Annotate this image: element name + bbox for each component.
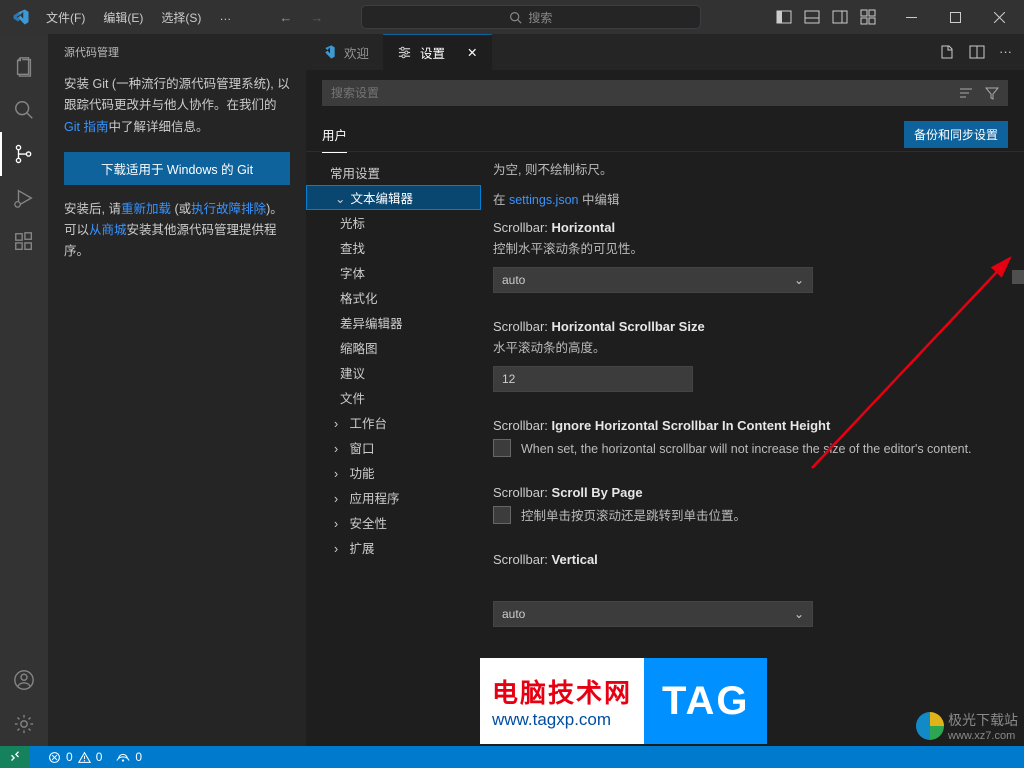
toc-item[interactable]: 建议 xyxy=(306,360,481,385)
tab-more-icon[interactable]: ··· xyxy=(999,44,1012,60)
toc-item[interactable]: 字体 xyxy=(306,260,481,285)
backup-sync-button[interactable]: 备份和同步设置 xyxy=(904,121,1008,148)
vscode-icon xyxy=(320,44,336,60)
toc-item[interactable]: 缩略图 xyxy=(306,335,481,360)
status-problems[interactable]: 0 0 xyxy=(48,750,102,764)
toc-item[interactable]: 差异编辑器 xyxy=(306,310,481,335)
setting-scrollbar-hsize: Scrollbar: Horizontal Scrollbar Size 水平滚… xyxy=(493,319,1004,392)
setting-scrollbar-page: Scrollbar: Scroll By Page 控制单击按页滚动还是跳转到单… xyxy=(493,485,1004,526)
setting-scrollbar-ignore: Scrollbar: Ignore Horizontal Scrollbar I… xyxy=(493,418,1004,459)
reload-link[interactable]: 重新加载 xyxy=(121,202,171,216)
setting-scrollbar-horizontal: Scrollbar: Horizontal 控制水平滚动条的可见性。 auto … xyxy=(493,220,1004,293)
menu-more[interactable]: … xyxy=(211,5,239,30)
toc-item[interactable]: 常用设置 xyxy=(306,160,481,185)
toc-item[interactable]: › 安全性 xyxy=(306,510,481,535)
tab-settings[interactable]: 设置 ✕ xyxy=(383,34,492,70)
window-close-icon[interactable] xyxy=(980,3,1020,31)
edit-in-json-link[interactable]: settings.json xyxy=(509,193,578,207)
from-store-link[interactable]: 从商城 xyxy=(89,223,127,237)
tab-close-icon[interactable]: ✕ xyxy=(467,45,477,60)
settings-scope-user[interactable]: 用户 xyxy=(322,117,347,153)
open-json-icon[interactable] xyxy=(939,44,955,60)
toc-item[interactable]: › 窗口 xyxy=(306,435,481,460)
layout-sidebar-right-icon[interactable] xyxy=(832,9,848,25)
setting-scrollbar-vertical: Scrollbar: Vertical auto ⌄ xyxy=(493,552,1004,627)
layout-panel-icon[interactable] xyxy=(804,9,820,25)
activity-explorer-icon[interactable] xyxy=(0,44,48,88)
install-git-button[interactable]: 下载适用于 Windows 的 Git xyxy=(64,152,290,185)
activity-search-icon[interactable] xyxy=(0,88,48,132)
scrollbar-thumb[interactable] xyxy=(1012,270,1024,284)
sidebar-desc-2: 安装后, 请重新加载 (或执行故障排除)。可以从商城安装其他源代码管理提供程序。 xyxy=(64,199,290,263)
remote-indicator[interactable] xyxy=(0,746,30,768)
troubleshoot-link[interactable]: 执行故障排除 xyxy=(191,202,266,216)
editor-group: 欢迎 设置 ✕ ··· xyxy=(306,34,1024,746)
watermark-xz7: 极光下载站 www.xz7.com xyxy=(916,710,1018,742)
settings-tab-icon xyxy=(397,45,412,60)
sidebar-desc-1: 安装 Git (一种流行的源代码管理系统), 以跟踪代码更改并与他人协作。在我们… xyxy=(64,74,290,138)
titlebar: 文件(F) 编辑(E) 选择(S) … ← → 搜索 xyxy=(0,0,1024,34)
window-maximize-icon[interactable] xyxy=(936,3,976,31)
scrollbar-hsize-input[interactable]: 12 xyxy=(493,366,693,392)
toc-item[interactable]: › 功能 xyxy=(306,460,481,485)
activity-scm-icon[interactable] xyxy=(0,132,48,176)
toc-item[interactable]: › 应用程序 xyxy=(306,485,481,510)
search-placeholder: 搜索 xyxy=(528,9,552,26)
toc-item[interactable]: 文件 xyxy=(306,385,481,410)
status-ports[interactable]: 0 xyxy=(116,750,142,764)
toc-item[interactable]: 查找 xyxy=(306,235,481,260)
tab-welcome[interactable]: 欢迎 xyxy=(306,34,383,70)
nav-back-icon[interactable]: ← xyxy=(279,10,292,25)
layout-customize-icon[interactable] xyxy=(860,9,876,25)
toc-item[interactable]: 光标 xyxy=(306,210,481,235)
activity-settings-icon[interactable] xyxy=(0,702,48,746)
toc-item[interactable]: 格式化 xyxy=(306,285,481,310)
command-center-search[interactable]: 搜索 xyxy=(361,5,701,29)
settings-list[interactable]: 为空, 则不绘制标尺。 在 settings.json 中编辑 Scrollba… xyxy=(481,152,1024,746)
activity-extensions-icon[interactable] xyxy=(0,220,48,264)
activity-debug-icon[interactable] xyxy=(0,176,48,220)
menu-bar: 文件(F) 编辑(E) 选择(S) … xyxy=(38,5,239,30)
chevron-down-icon: ⌄ xyxy=(794,607,804,621)
menu-select[interactable]: 选择(S) xyxy=(153,5,209,30)
chevron-down-icon: ⌄ xyxy=(794,273,804,287)
nav-buttons: ← → xyxy=(279,10,323,25)
tab-settings-label: 设置 xyxy=(420,43,445,62)
watermark-tagxp: 电脑技术网 www.tagxp.com TAG xyxy=(480,658,767,744)
settings-search-input[interactable] xyxy=(322,80,1008,106)
split-editor-icon[interactable] xyxy=(969,44,985,60)
menu-file[interactable]: 文件(F) xyxy=(38,5,93,30)
menu-edit[interactable]: 编辑(E) xyxy=(95,5,151,30)
tab-welcome-label: 欢迎 xyxy=(344,43,369,62)
toc-item[interactable]: › 扩展 xyxy=(306,535,481,560)
status-bar: 0 0 0 xyxy=(0,746,1024,768)
scrollbar-ignore-checkbox[interactable] xyxy=(493,439,511,457)
scrollbar-page-checkbox[interactable] xyxy=(493,506,511,524)
setting-rulers-hint: 为空, 则不绘制标尺。 在 settings.json 中编辑 xyxy=(493,160,1004,210)
scm-sidebar: 源代码管理 安装 Git (一种流行的源代码管理系统), 以跟踪代码更改并与他人… xyxy=(48,34,306,746)
filter-icon[interactable] xyxy=(984,85,1000,101)
activity-bar xyxy=(0,34,48,746)
toc-item[interactable]: ⌄ 文本编辑器 xyxy=(306,185,481,210)
settings-toc: 常用设置⌄ 文本编辑器光标查找字体格式化差异编辑器缩略图建议文件› 工作台› 窗… xyxy=(306,152,481,746)
nav-forward-icon[interactable]: → xyxy=(310,10,323,25)
scrollbar-vertical-select[interactable]: auto ⌄ xyxy=(493,601,813,627)
toc-item[interactable]: › 工作台 xyxy=(306,410,481,435)
git-guide-link[interactable]: Git 指南 xyxy=(64,120,108,134)
sidebar-title: 源代码管理 xyxy=(64,44,290,60)
window-minimize-icon[interactable] xyxy=(892,3,932,31)
search-icon xyxy=(509,11,522,24)
scrollbar-horizontal-select[interactable]: auto ⌄ xyxy=(493,267,813,293)
vscode-logo-icon xyxy=(12,8,30,26)
activity-account-icon[interactable] xyxy=(0,658,48,702)
layout-sidebar-left-icon[interactable] xyxy=(776,9,792,25)
editor-tabs: 欢迎 设置 ✕ ··· xyxy=(306,34,1024,70)
clear-search-icon[interactable] xyxy=(958,85,974,101)
